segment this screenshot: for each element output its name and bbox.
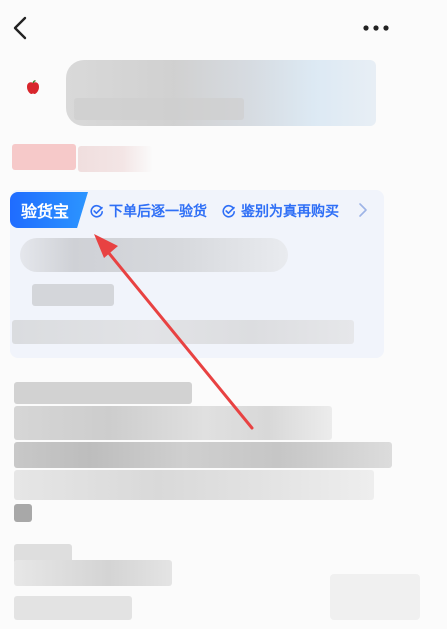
price-extra-blurred — [78, 146, 152, 172]
feature-label: 下单后逐一验货 — [109, 204, 207, 220]
more-horizontal-icon — [363, 25, 389, 31]
desc-line-2-blurred — [14, 406, 332, 440]
card-line-2-blurred — [32, 284, 114, 306]
more-button[interactable] — [358, 16, 394, 40]
desc-line-8-blurred — [14, 596, 132, 620]
desc-line-4-blurred — [14, 470, 374, 500]
product-subtitle-blurred — [74, 98, 244, 120]
back-button[interactable] — [8, 12, 36, 44]
feature-authentic-buy: 鉴别为真再购买 — [222, 200, 339, 222]
feature-label: 鉴别为真再购买 — [241, 204, 339, 220]
feature-inspect-each: 下单后逐一验货 — [90, 200, 207, 222]
bottom-right-blurred — [330, 574, 420, 620]
price-blurred — [12, 144, 76, 170]
desc-line-5-blurred — [14, 504, 32, 522]
desc-line-7-blurred — [14, 560, 172, 586]
chevron-right-icon[interactable] — [358, 202, 368, 218]
desc-line-1-blurred — [14, 382, 192, 404]
check-circle-icon — [222, 204, 235, 218]
card-line-1-blurred — [20, 238, 288, 272]
apple-icon — [26, 80, 40, 95]
card-line-3-blurred — [12, 320, 354, 344]
desc-line-3-blurred — [14, 442, 392, 468]
verification-tag: 验货宝 — [10, 192, 88, 228]
check-circle-icon — [90, 204, 103, 218]
chevron-left-icon — [13, 16, 27, 40]
